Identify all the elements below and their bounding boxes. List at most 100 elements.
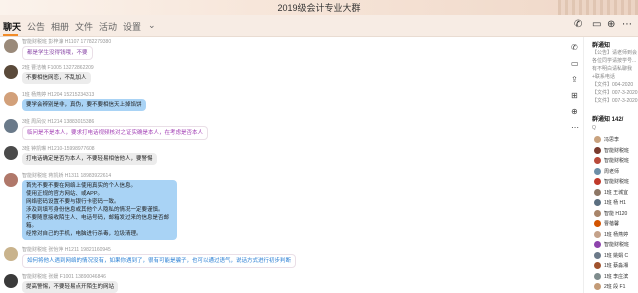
avatar[interactable] xyxy=(4,119,18,133)
avatar[interactable] xyxy=(4,39,18,53)
message-bubble: 提高警惕，不要轻易点开陌生的网站 xyxy=(22,281,119,293)
avatar[interactable] xyxy=(4,173,18,187)
member-name: 1班 杨燕婷 xyxy=(604,231,629,238)
member-name: 智能财税班 xyxy=(604,158,630,164)
sender-name: 智能财税班 蒋凯娇 H1311 18983922614 xyxy=(22,173,112,179)
member-item[interactable]: 智能财税班 xyxy=(594,146,638,156)
video-icon[interactable]: ▭ xyxy=(571,59,579,68)
tab-announcement[interactable]: 公告 xyxy=(27,20,45,33)
member-item[interactable]: 智能财税班 xyxy=(594,240,638,250)
notice-line[interactable]: 【文件】004-2020 xyxy=(592,81,633,88)
member-name: 1班 杨 H1 xyxy=(604,200,626,206)
member-name: 1班 王城宜 xyxy=(604,189,629,196)
tab-files[interactable]: 文件 xyxy=(75,20,93,33)
member-avatar xyxy=(594,146,601,154)
sender-name: 智能财税班 彭梓濠 H1107 17782279380 xyxy=(22,39,112,45)
member-name: 1班 姚娟 C xyxy=(604,252,629,259)
message-bubble: 不要相信网恋，不乱加人 xyxy=(22,72,91,84)
phone-icon[interactable]: ✆ xyxy=(574,19,582,30)
member-item[interactable]: 1班 姚娟 C xyxy=(594,251,638,261)
avatar[interactable] xyxy=(4,274,18,288)
notice-line[interactable]: 【文件】007-3-2020 xyxy=(592,89,638,96)
member-avatar xyxy=(594,167,601,175)
message-bubble: 首先不要不要在网络上使用真实的个人信息。 使用正规的官方网站、或APP。 网络密… xyxy=(22,180,177,240)
member-avatar xyxy=(594,272,601,280)
member-item[interactable]: 1班 王城宜 xyxy=(594,188,638,198)
member-name: 周老师 xyxy=(604,168,620,175)
avatar[interactable] xyxy=(4,65,18,79)
avatar[interactable] xyxy=(4,92,18,106)
member-name: 智能 H120 xyxy=(604,210,628,217)
member-avatar xyxy=(594,283,601,290)
sender-name: 智能财税班 张媛 F1001 13890046846 xyxy=(22,274,106,280)
member-item[interactable]: 智能财税班 xyxy=(594,156,638,166)
member-name: 智能财税班 xyxy=(604,242,630,248)
sender-name: 2班 曹洁楠 F1005 13272862209 xyxy=(22,65,94,71)
member-avatar xyxy=(594,262,601,269)
tab-settings[interactable]: 设置 xyxy=(123,20,141,33)
notice-line[interactable]: +联系电话 xyxy=(592,73,615,80)
add-icon[interactable]: ⊕ xyxy=(571,107,578,116)
member-item[interactable]: 智能财税班 xyxy=(594,177,638,187)
tab-activity[interactable]: 活动 xyxy=(99,20,117,33)
tab-chat[interactable]: 聊天 xyxy=(3,20,21,33)
member-avatar xyxy=(594,209,601,217)
member-item[interactable]: 周老师 xyxy=(594,167,638,177)
sender-name: 3班 周凤仪 H1214 13883015386 xyxy=(22,119,95,125)
member-name: 2班 段 F1 xyxy=(604,284,626,290)
notice-line[interactable]: 【文件】007-3-2020 xyxy=(592,97,638,104)
message-line: 涉及到填写身份信息或其他个人隐私的情况一定要谨慎。 xyxy=(26,207,164,213)
member-item[interactable]: 1班 杨燕婷 xyxy=(594,230,638,240)
app-icon[interactable]: ⊞ xyxy=(571,91,578,100)
search-icon[interactable]: Q xyxy=(592,125,596,131)
notice-line[interactable]: 各位同学请按学号... xyxy=(592,57,636,64)
avatar[interactable] xyxy=(4,247,18,261)
notice-line[interactable]: 有不明白请私聊我 xyxy=(592,65,632,72)
share-icon[interactable]: ⇪ xyxy=(571,75,578,84)
avatar[interactable] xyxy=(4,146,18,160)
tab-bar: 聊天 公告 相册 文件 活动 设置 ⌄ ✆ ▭ ⊕ ⋯ xyxy=(0,15,638,37)
message-bubble: 打电话确定是否为本人，不要轻易相信他人，要警惕 xyxy=(22,153,157,165)
message-bubble: 都是学生没得钱哦，不要 xyxy=(22,46,93,60)
active-tab-indicator xyxy=(3,34,18,36)
title-decoration xyxy=(558,0,638,15)
member-name: 1班 李庄滨 xyxy=(604,273,629,280)
message-line: 经常对自己的手机，电脑进行杀毒，垃圾清理。 xyxy=(26,231,142,237)
chevron-down-icon[interactable]: ⌄ xyxy=(148,20,156,31)
chat-area[interactable]: 智能财税班 彭梓濠 H1107 17782279380 都是学生没得钱哦，不要 … xyxy=(0,37,583,293)
phone-icon[interactable]: ✆ xyxy=(571,43,578,52)
message-bubble: 如何将他人遇到网络的情况没有，如果你遇到了，很有可能是骗子，也可以通过语气，说话… xyxy=(22,254,297,268)
member-name: 曹蓓馨 xyxy=(604,221,620,227)
message-line: 首先不要不要在网络上使用真实的个人信息。 xyxy=(26,183,137,189)
member-avatar xyxy=(594,157,601,164)
member-name: 1班 蔡淼湘 xyxy=(604,263,629,269)
member-item[interactable]: 2班 段 F1 xyxy=(594,282,638,292)
message-line: 使用正规的官方网站、或APP。 xyxy=(26,191,104,197)
message-bubble: 要学会辨别是非，真伪，要不要相信天上掉馅饼 xyxy=(22,99,146,111)
member-item[interactable]: 曹蓓馨 xyxy=(594,219,638,229)
member-item[interactable]: 冯思李 xyxy=(594,135,638,145)
video-icon[interactable]: ▭ xyxy=(592,19,601,30)
tab-album[interactable]: 相册 xyxy=(51,20,69,33)
member-item[interactable]: 1班 蔡淼湘 xyxy=(594,261,638,271)
message-line: 不要随意接收陌生人、电话号码，邮箱发过来的信息是否邮箱。 xyxy=(26,215,170,229)
member-avatar xyxy=(594,230,601,238)
member-name: 智能财税班 xyxy=(604,147,630,154)
window-title: 2019级会计专业大群 xyxy=(277,3,361,13)
member-avatar xyxy=(594,251,601,259)
more-icon[interactable]: ⋯ xyxy=(571,123,579,132)
member-avatar xyxy=(594,220,601,227)
members-title: 群通知 142/ xyxy=(592,117,624,123)
sender-name: 智能财税班 张怡萍 H1211 19821160945 xyxy=(22,247,111,253)
member-avatar xyxy=(594,241,601,248)
sender-name: 1班 杨燕婷 H1204 15215234313 xyxy=(22,92,95,98)
member-item[interactable]: 智能 H120 xyxy=(594,209,638,219)
member-avatar xyxy=(594,136,601,143)
notice-line[interactable]: 【公告】请老师到会 xyxy=(592,49,637,56)
sender-name: 3班 钟凯琳 H1210-15998977608 xyxy=(22,146,95,152)
member-item[interactable]: 1班 杨 H1 xyxy=(594,198,638,208)
member-item[interactable]: 1班 李庄滨 xyxy=(594,272,638,282)
member-avatar xyxy=(594,188,601,196)
more-icon[interactable]: ⋯ xyxy=(622,19,632,30)
add-member-icon[interactable]: ⊕ xyxy=(607,19,615,30)
